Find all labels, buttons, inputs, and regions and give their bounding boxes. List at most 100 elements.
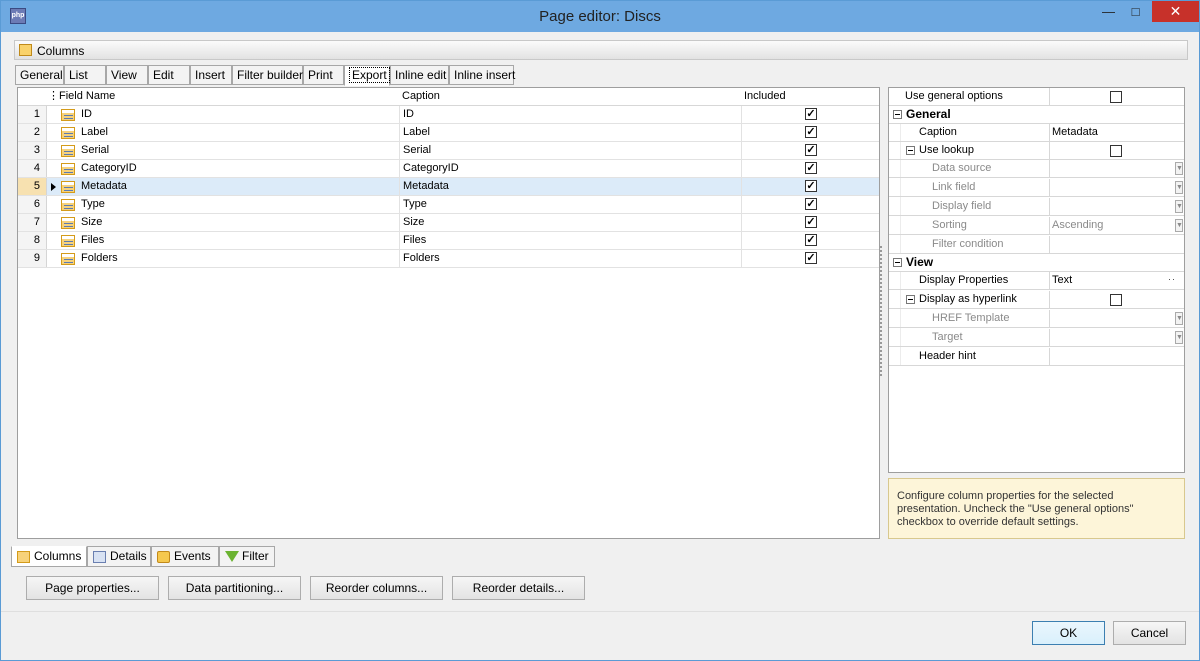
dropdown-arrow-icon: ▼: [1175, 331, 1183, 344]
ok-button[interactable]: OK: [1032, 621, 1105, 645]
caption-cell[interactable]: Label: [399, 124, 741, 141]
collapse-view-icon[interactable]: [893, 258, 902, 267]
tab-general[interactable]: General: [15, 65, 64, 85]
table-row[interactable]: 1 ID ID ✓: [18, 106, 879, 124]
row-number[interactable]: 8: [18, 232, 47, 249]
use-general-checkbox[interactable]: [1110, 91, 1122, 103]
included-checkbox[interactable]: ✓: [805, 108, 817, 120]
tab-filter-builder[interactable]: Filter builder: [232, 65, 303, 85]
tab-details[interactable]: Details: [87, 546, 151, 567]
tab-filter[interactable]: Filter: [219, 546, 275, 567]
included-checkbox[interactable]: ✓: [805, 144, 817, 156]
dropdown-arrow-icon: ▼: [1175, 219, 1183, 232]
included-checkbox[interactable]: ✓: [805, 198, 817, 210]
tab-inline-edit[interactable]: Inline edit: [390, 65, 449, 85]
field-name-cell[interactable]: Type: [81, 196, 105, 213]
table-row[interactable]: 3 Serial Serial ✓: [18, 142, 879, 160]
columns-icon: [19, 44, 32, 56]
dropdown-arrow-icon: ▼: [1175, 200, 1183, 213]
table-row[interactable]: 6 Type Type ✓: [18, 196, 879, 214]
included-checkbox[interactable]: ✓: [805, 126, 817, 138]
field-name-cell[interactable]: Files: [81, 232, 104, 249]
tab-view[interactable]: View: [106, 65, 148, 85]
caption-cell[interactable]: Serial: [399, 142, 741, 159]
field-name-cell[interactable]: Label: [81, 124, 108, 141]
row-number[interactable]: 6: [18, 196, 47, 213]
row-number[interactable]: 9: [18, 250, 47, 267]
reorder-details-button[interactable]: Reorder details...: [452, 576, 585, 600]
minimize-button[interactable]: —: [1095, 1, 1122, 22]
tab-list[interactable]: List: [64, 65, 106, 85]
prop-caption[interactable]: Caption Metadata: [889, 124, 1184, 142]
tab-insert[interactable]: Insert: [190, 65, 232, 85]
collapse-lookup-icon[interactable]: [906, 146, 915, 155]
table-row[interactable]: 7 Size Size ✓: [18, 214, 879, 232]
row-number[interactable]: 4: [18, 160, 47, 177]
data-partitioning-button[interactable]: Data partitioning...: [168, 576, 301, 600]
category-view[interactable]: View: [889, 254, 1184, 272]
tab-inline-insert[interactable]: Inline insert: [449, 65, 515, 85]
field-name-cell[interactable]: Folders: [81, 250, 118, 267]
row-number[interactable]: 1: [18, 106, 47, 123]
included-checkbox[interactable]: ✓: [805, 216, 817, 228]
included-checkbox[interactable]: ✓: [805, 180, 817, 192]
tab-export[interactable]: Export: [344, 65, 390, 86]
row-number[interactable]: 2: [18, 124, 47, 141]
caption-cell[interactable]: Type: [399, 196, 741, 213]
field-name-cell[interactable]: Metadata: [81, 178, 127, 195]
included-checkbox[interactable]: ✓: [805, 252, 817, 264]
row-number[interactable]: 5: [18, 178, 47, 195]
close-button[interactable]: ✕: [1152, 1, 1199, 22]
tab-events[interactable]: Events: [151, 546, 219, 567]
field-name-cell[interactable]: Serial: [81, 142, 109, 159]
caption-cell[interactable]: Folders: [399, 250, 741, 267]
row-number[interactable]: 7: [18, 214, 47, 231]
caption-cell[interactable]: Files: [399, 232, 741, 249]
field-name-cell[interactable]: CategoryID: [81, 160, 137, 177]
prop-data-source: Data source ▼: [889, 160, 1184, 178]
prop-display-as-hyperlink[interactable]: Display as hyperlink: [889, 291, 1184, 309]
category-general[interactable]: General: [889, 106, 1184, 124]
hyperlink-checkbox[interactable]: [1110, 294, 1122, 306]
collapse-general-icon[interactable]: [893, 110, 902, 119]
field-icon: [61, 127, 75, 139]
tab-columns[interactable]: Columns: [11, 546, 87, 567]
prop-use-general-options[interactable]: Use general options: [889, 88, 1184, 106]
prop-sorting: Sorting Ascending ▼: [889, 217, 1184, 235]
table-row[interactable]: 4 CategoryID CategoryID ✓: [18, 160, 879, 178]
prop-header-hint[interactable]: Header hint: [889, 348, 1184, 366]
tab-print[interactable]: Print: [303, 65, 344, 85]
collapse-hyperlink-icon[interactable]: [906, 295, 915, 304]
included-cell: ✓: [741, 250, 879, 267]
field-name-cell[interactable]: Size: [81, 214, 102, 231]
tab-edit[interactable]: Edit: [148, 65, 190, 85]
dropdown-arrow-icon: ▼: [1175, 162, 1183, 175]
caption-cell[interactable]: Size: [399, 214, 741, 231]
panel-splitter[interactable]: [880, 246, 886, 376]
header-included[interactable]: Included: [744, 88, 786, 105]
use-lookup-checkbox[interactable]: [1110, 145, 1122, 157]
column-chooser-icon[interactable]: ⋮: [48, 88, 59, 105]
prop-link-field: Link field ▼: [889, 179, 1184, 197]
prop-display-properties[interactable]: Display Properties Text ··: [889, 272, 1184, 290]
prop-use-lookup[interactable]: Use lookup: [889, 142, 1184, 160]
reorder-columns-button[interactable]: Reorder columns...: [310, 576, 443, 600]
maximize-button[interactable]: □: [1122, 1, 1149, 22]
header-field-name[interactable]: Field Name: [59, 88, 115, 105]
table-row[interactable]: 5 Metadata Metadata ✓: [18, 178, 879, 196]
table-row[interactable]: 2 Label Label ✓: [18, 124, 879, 142]
included-checkbox[interactable]: ✓: [805, 162, 817, 174]
table-row[interactable]: 8 Files Files ✓: [18, 232, 879, 250]
header-caption[interactable]: Caption: [402, 88, 440, 105]
table-row[interactable]: 9 Folders Folders ✓: [18, 250, 879, 268]
ellipsis-icon[interactable]: ··: [1168, 275, 1182, 286]
row-number[interactable]: 3: [18, 142, 47, 159]
cancel-button[interactable]: Cancel: [1113, 621, 1186, 645]
caption-cell[interactable]: CategoryID: [399, 160, 741, 177]
field-name-cell[interactable]: ID: [81, 106, 92, 123]
caption-cell[interactable]: Metadata: [399, 178, 741, 195]
field-icon: [61, 145, 75, 157]
included-checkbox[interactable]: ✓: [805, 234, 817, 246]
page-properties-button[interactable]: Page properties...: [26, 576, 159, 600]
caption-cell[interactable]: ID: [399, 106, 741, 123]
